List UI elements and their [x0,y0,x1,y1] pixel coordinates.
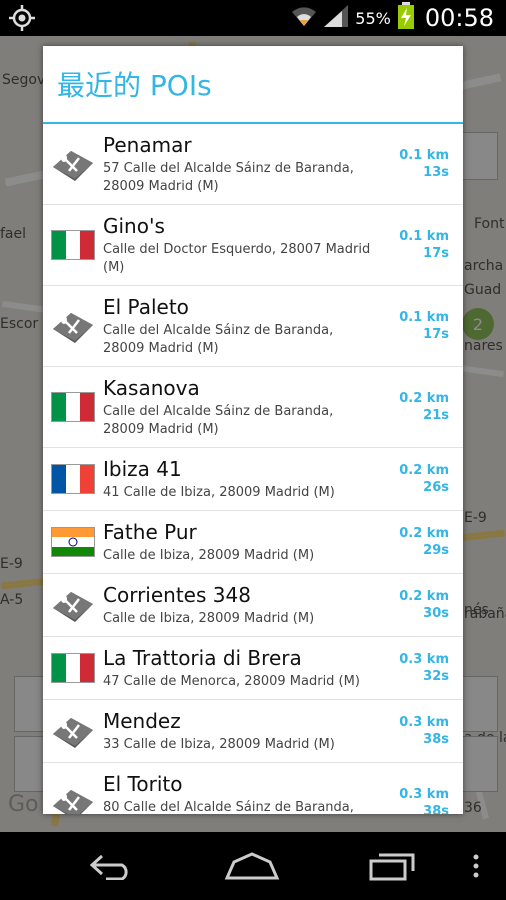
poi-time: 32s [423,669,449,684]
poi-name: Mendez [103,709,181,733]
poi-time: 26s [423,480,449,495]
poi-address: Calle de Ibiza, 28009 Madrid (M) [103,548,315,563]
poi-list-item[interactable]: Ibiza 41 41 Calle de Ibiza, 28009 Madrid … [43,448,463,511]
poi-name: Gino's [103,214,165,238]
wifi-icon [291,4,317,32]
poi-distance: 0.2 km [399,526,449,541]
italy-flag-icon [51,230,95,260]
home-icon[interactable] [224,848,280,884]
poi-name: El Paleto [103,295,189,319]
poi-address: Calle del Alcalde Sáinz de Baranda, 2800… [103,323,334,356]
poi-address: 57 Calle del Alcalde Sáinz de Baranda, 2… [103,161,354,194]
poi-list-item[interactable]: Kasanova Calle del Alcalde Sáinz de Baran… [43,367,463,448]
poi-time: 29s [423,543,449,558]
poi-list-item[interactable]: La Trattoria di Brera 47 Calle de Menorca… [43,637,463,700]
italy-flag-icon [51,392,95,422]
menu-icon[interactable] [456,848,496,884]
poi-distance: 0.1 km [399,310,449,325]
restaurant-icon [51,590,95,622]
poi-address: Calle de Ibiza, 28009 Madrid (M) [103,611,315,626]
poi-list-item[interactable]: Fathe Pur Calle de Ibiza, 28009 Madrid (M… [43,511,463,574]
poi-time: 17s [423,246,449,261]
poi-name: El Torito [103,772,183,796]
poi-list-item[interactable]: Gino's Calle del Doctor Esquerdo, 28007 M… [43,205,463,286]
navigation-bar [0,832,506,900]
poi-list[interactable]: Penamar 57 Calle del Alcalde Sáinz de Bar… [43,124,463,814]
poi-distance: 0.2 km [399,463,449,478]
poi-distance: 0.2 km [399,589,449,604]
italy-flag-icon [51,653,95,683]
nearest-pois-dialog: 最近的 POIs Penamar 57 Calle del Alcalde Sái… [43,46,463,814]
poi-list-item[interactable]: Corrientes 348 Calle de Ibiza, 28009 Madr… [43,574,463,637]
france-flag-icon [51,464,95,494]
poi-distance: 0.1 km [399,229,449,244]
poi-distance: 0.3 km [399,715,449,730]
poi-distance: 0.2 km [399,391,449,406]
poi-address: 47 Calle de Menorca, 28009 Madrid (M) [103,674,360,689]
poi-name: Kasanova [103,376,200,400]
poi-list-item[interactable]: El Torito 80 Calle del Alcalde Sáinz de B… [43,763,463,814]
india-flag-icon [51,527,95,557]
signal-icon [323,4,349,32]
status-bar: 55% 00:58 [0,0,506,36]
clock: 00:58 [424,4,494,32]
poi-address: 80 Calle del Alcalde Sáinz de Baranda, 2… [103,800,354,814]
poi-distance: 0.1 km [399,148,449,163]
poi-time: 30s [423,606,449,621]
dialog-title: 最近的 POIs [57,69,212,102]
poi-time: 17s [423,327,449,342]
poi-list-item[interactable]: Mendez 33 Calle de Ibiza, 28009 Madrid (M… [43,700,463,763]
battery-percent: 55% [355,8,391,28]
poi-name: Corrientes 348 [103,583,251,607]
battery-charging-icon [397,2,415,34]
restaurant-icon [51,311,95,343]
poi-list-item[interactable]: Penamar 57 Calle del Alcalde Sáinz de Bar… [43,124,463,205]
poi-address: 41 Calle de Ibiza, 28009 Madrid (M) [103,485,335,500]
recent-apps-icon[interactable] [364,848,420,884]
poi-address: 33 Calle de Ibiza, 28009 Madrid (M) [103,737,335,752]
restaurant-icon [51,149,95,181]
poi-address: Calle del Alcalde Sáinz de Baranda, 2800… [103,404,334,437]
poi-name: La Trattoria di Brera [103,646,302,670]
poi-name: Fathe Pur [103,520,197,544]
poi-time: 13s [423,165,449,180]
poi-name: Penamar [103,133,192,157]
poi-name: Ibiza 41 [103,457,182,481]
gps-icon [8,5,36,31]
poi-list-item[interactable]: El Paleto Calle del Alcalde Sáinz de Bara… [43,286,463,367]
poi-distance: 0.3 km [399,787,449,802]
poi-time: 38s [423,804,449,814]
poi-time: 38s [423,732,449,747]
poi-address: Calle del Doctor Esquerdo, 28007 Madrid … [103,242,371,275]
restaurant-icon [51,788,95,814]
back-icon[interactable] [84,848,140,884]
restaurant-icon [51,716,95,748]
poi-time: 21s [423,408,449,423]
poi-distance: 0.3 km [399,652,449,667]
